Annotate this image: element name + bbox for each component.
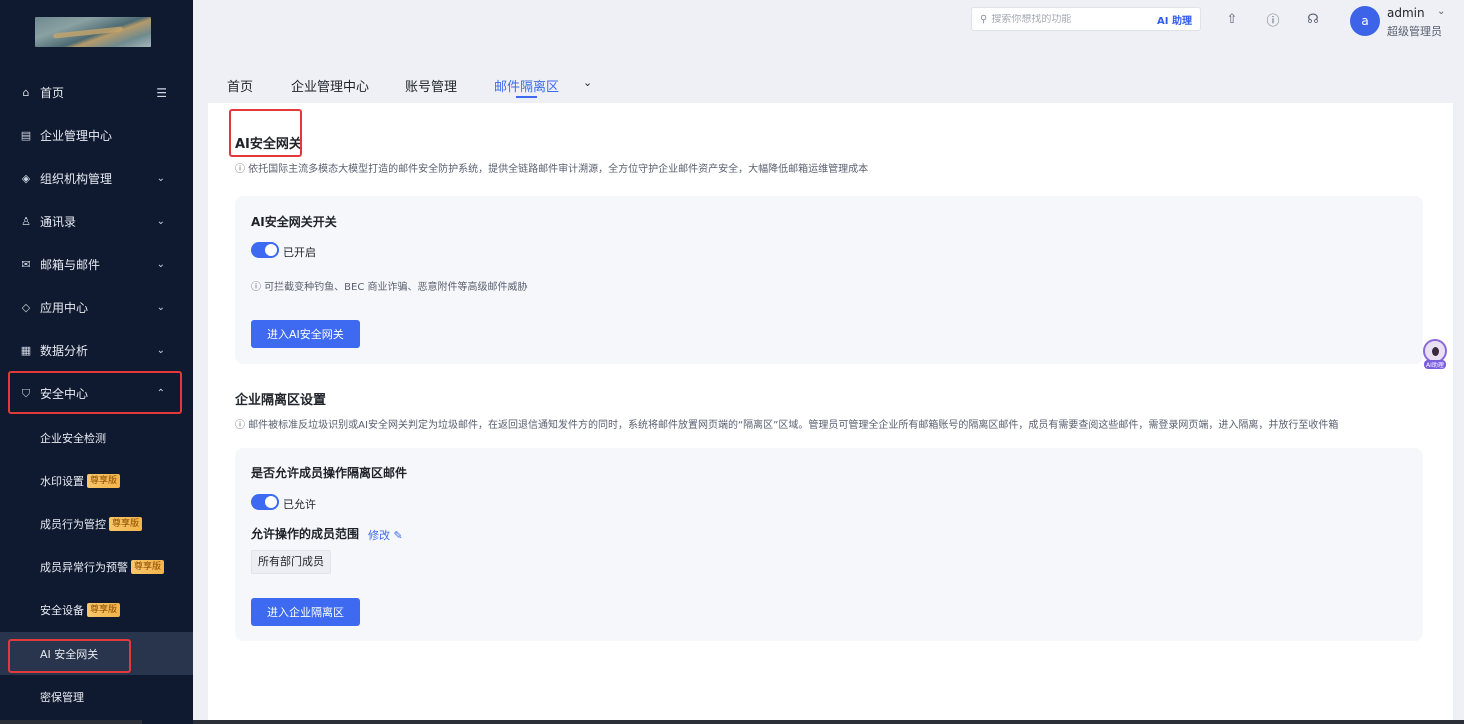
scope-value-chip: 所有部门成员 (251, 550, 331, 574)
sidebar-item-mail[interactable]: ✉ 邮箱与邮件 ⌄ (0, 243, 193, 286)
tab-enterprise[interactable]: 企业管理中心 (291, 76, 369, 95)
sidebar-subitem-label: 成员行为管控 (40, 517, 106, 531)
sidebar-subitem-label: 企业安全检测 (40, 431, 106, 445)
sidebar-subitem-label: AI 安全网关 (40, 647, 99, 661)
active-tab-indicator (516, 96, 537, 98)
sidebar-item-label: 企业管理中心 (40, 129, 113, 143)
toggle-status-label: 已开启 (283, 246, 316, 259)
sidebar-item-label: 安全中心 (40, 387, 89, 401)
apps-icon: ◇ (21, 301, 31, 314)
org-icon: ◈ (21, 172, 31, 185)
sidebar-subitem-label: 水印设置 (40, 474, 84, 488)
chevron-down-icon: ⌄ (156, 216, 165, 227)
section-description: ⓘ 邮件被标准反垃圾识别或AI安全网关判定为垃圾邮件，在返回退信通知发件方的同时… (235, 420, 1339, 431)
search-box[interactable]: ⚲ AI 助理 (971, 7, 1201, 31)
chevron-down-icon[interactable]: ⌄ (1437, 6, 1445, 17)
sidebar-item-enterprise[interactable]: ▤ 企业管理中心 (0, 114, 193, 157)
sidebar-subitem-label: 密保管理 (40, 690, 84, 704)
chevron-down-icon[interactable]: ⌄ (583, 76, 592, 89)
ai-gateway-card: AI安全网关开关 已开启 ⓘ 可拦截变种钓鱼、BEC 商业诈骗、恶意附件等高级邮… (235, 196, 1423, 364)
chevron-down-icon: ⌄ (156, 345, 165, 356)
sidebar-subitem-anomaly-alert[interactable]: 成员异常行为预警 尊享版 (0, 545, 193, 588)
assistant-label: AI助理 (1424, 360, 1446, 369)
premium-badge: 尊享版 (109, 516, 143, 531)
card-title: 是否允许成员操作隔离区邮件 (251, 466, 408, 480)
ai-gateway-toggle[interactable] (251, 242, 279, 258)
search-input[interactable] (991, 13, 1132, 25)
building-icon: ▤ (20, 129, 32, 142)
section-title-quarantine: 企业隔离区设置 (235, 393, 327, 408)
main-panel: AI安全网关 ⓘ 依托国际主流多模态大模型打造的邮件安全防护系统，提供全链路邮件… (208, 103, 1453, 724)
contacts-icon: ♙ (21, 215, 31, 228)
taskbar-strip (0, 720, 142, 724)
sidebar-item-label: 通讯录 (40, 215, 77, 229)
toggle-status-label: 已允许 (283, 498, 316, 511)
tab-quarantine[interactable]: 邮件隔离区 (494, 76, 559, 95)
sidebar-item-apps[interactable]: ◇ 应用中心 ⌄ (0, 286, 193, 329)
sidebar-item-label: 应用中心 (40, 301, 89, 315)
floating-ai-assistant[interactable]: AI助理 (1423, 339, 1449, 371)
sidebar-subitem-security-check[interactable]: 企业安全检测 (0, 416, 193, 459)
member-operation-toggle[interactable] (251, 494, 279, 510)
collapse-menu-icon[interactable]: ☰ (156, 86, 167, 100)
chevron-down-icon: ⌄ (156, 259, 165, 270)
edit-icon: ✎ (393, 529, 403, 542)
chevron-down-icon: ⌄ (156, 173, 165, 184)
chevron-up-icon: ⌃ (156, 388, 165, 399)
chevron-down-icon: ⌄ (156, 302, 165, 313)
tab-bar: 首页 企业管理中心 账号管理 邮件隔离区 (193, 46, 1464, 103)
chart-icon: ▦ (20, 344, 32, 357)
section-title-ai-gateway: AI安全网关 (235, 137, 302, 152)
user-name[interactable]: admin (1387, 6, 1425, 20)
quarantine-card: 是否允许成员操作隔离区邮件 已允许 允许操作的成员范围 修改 ✎ 所有部门成员 … (235, 448, 1423, 641)
section-description: ⓘ 依托国际主流多模态大模型打造的邮件安全防护系统，提供全链路邮件审计溯源，全方… (235, 164, 869, 175)
sidebar-item-label: 首页 (40, 86, 65, 100)
home-icon: ⌂ (22, 86, 30, 99)
search-icon: ⚲ (980, 13, 988, 25)
card-title: AI安全网关开关 (251, 215, 337, 229)
sidebar-item-security[interactable]: ⛉ 安全中心 ⌃ (0, 372, 193, 415)
hint-text: ⓘ 可拦截变种钓鱼、BEC 商业诈骗、恶意附件等高级邮件威胁 (251, 282, 528, 293)
tab-home[interactable]: 首页 (227, 76, 253, 95)
company-logo[interactable] (35, 17, 151, 47)
sidebar-subitem-watermark[interactable]: 水印设置 尊享版 (0, 459, 193, 502)
tab-accounts[interactable]: 账号管理 (405, 76, 457, 95)
enter-ai-gateway-button[interactable]: 进入AI安全网关 (251, 320, 360, 348)
sidebar-subitem-behavior-control[interactable]: 成员行为管控 尊享版 (0, 502, 193, 545)
shield-icon: ⛉ (21, 386, 31, 400)
sidebar: ⌂ 首页 ☰ ▤ 企业管理中心 ◈ 组织机构管理 ⌄ ♙ 通讯录 ⌄ ✉ 邮箱与… (0, 0, 193, 724)
premium-badge: 尊享版 (87, 473, 121, 488)
edit-link-label: 修改 (368, 529, 390, 542)
sidebar-item-org[interactable]: ◈ 组织机构管理 ⌄ (0, 157, 193, 200)
user-role: 超级管理员 (1387, 25, 1442, 38)
sidebar-item-label: 组织机构管理 (40, 172, 113, 186)
help-icon[interactable]: ⓘ (1265, 11, 1281, 29)
scope-label: 允许操作的成员范围 (251, 527, 360, 541)
enter-quarantine-button[interactable]: 进入企业隔离区 (251, 598, 360, 626)
sidebar-subitem-security-questions[interactable]: 密保管理 (0, 675, 193, 718)
sidebar-subitem-label: 成员异常行为预警 (40, 560, 128, 574)
mail-icon: ✉ (21, 258, 31, 271)
sidebar-subitem-security-devices[interactable]: 安全设备 尊享版 (0, 588, 193, 631)
sidebar-item-label: 数据分析 (40, 344, 89, 358)
sidebar-subitem-label: 安全设备 (40, 603, 84, 617)
premium-badge: 尊享版 (87, 602, 121, 617)
sidebar-item-analytics[interactable]: ▦ 数据分析 ⌄ (0, 329, 193, 372)
headset-icon[interactable]: ☊ (1305, 11, 1321, 27)
premium-badge: 尊享版 (131, 559, 165, 574)
edit-scope-link[interactable]: 修改 ✎ (368, 527, 403, 543)
top-bar: ⚲ AI 助理 ⇧ ⓘ ☊ a admin 超级管理员 ⌄ (193, 0, 1464, 46)
sidebar-item-label: 邮箱与邮件 (40, 258, 101, 272)
taskbar-strip (193, 720, 1464, 724)
sidebar-subitem-ai-gateway[interactable]: AI 安全网关 (0, 632, 193, 675)
sidebar-item-home[interactable]: ⌂ 首页 ☰ (0, 71, 193, 114)
upgrade-icon[interactable]: ⇧ (1224, 11, 1240, 27)
sidebar-item-contacts[interactable]: ♙ 通讯录 ⌄ (0, 200, 193, 243)
avatar[interactable]: a (1350, 6, 1380, 36)
ai-assistant-button[interactable]: AI 助理 (1157, 12, 1192, 27)
